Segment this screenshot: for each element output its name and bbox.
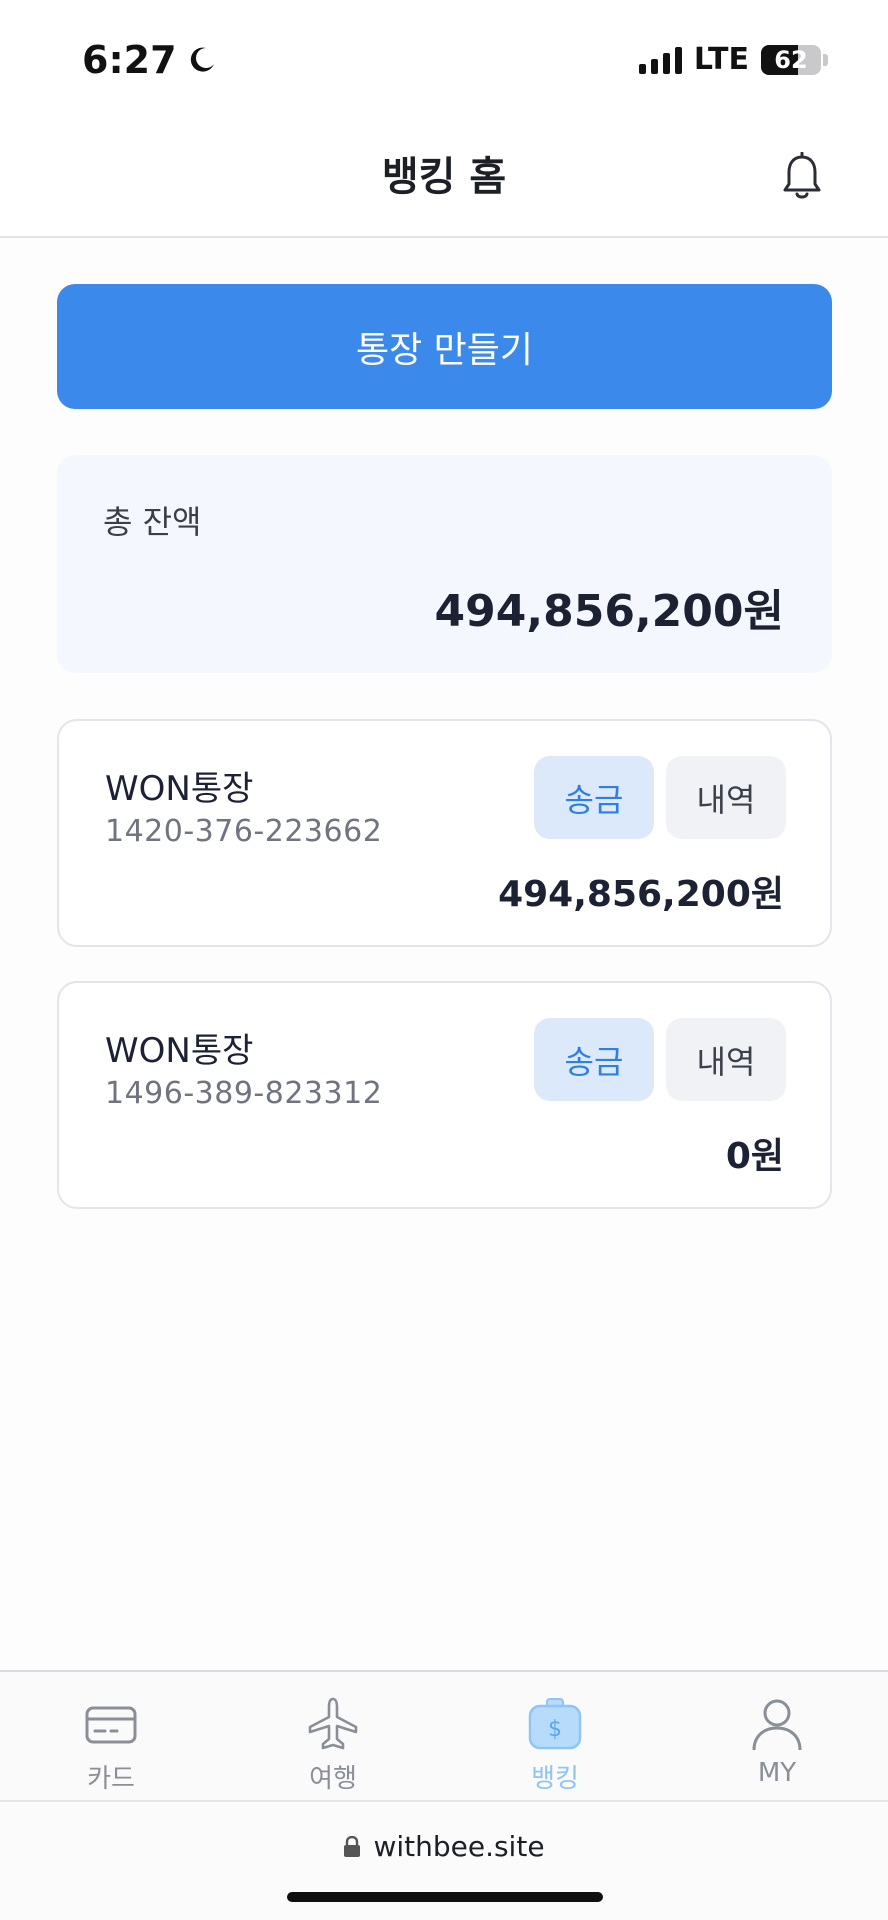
account-balance: 0원 xyxy=(725,1136,784,1177)
airplane-icon xyxy=(308,1697,358,1750)
battery-icon: 62 xyxy=(761,44,821,75)
header: 뱅킹 홈 xyxy=(0,118,888,238)
nav-item-banking[interactable]: $ 뱅킹 xyxy=(444,1672,666,1800)
page-title: 뱅킹 홈 xyxy=(381,154,507,200)
history-button[interactable]: 내역 xyxy=(666,756,786,839)
nav-item-card[interactable]: 카드 xyxy=(0,1672,222,1800)
nav-item-travel[interactable]: 여행 xyxy=(222,1672,444,1800)
url-text: withbee.site xyxy=(373,1830,545,1863)
status-indicators: LTE 62 xyxy=(638,42,828,77)
bell-icon[interactable] xyxy=(780,152,824,202)
lock-icon xyxy=(344,1835,361,1857)
banking-home-page: 6:27 LTE 62 뱅킹 홈 통장 만들기 총 잔액 494,856,200… xyxy=(0,0,888,1920)
person-icon xyxy=(752,1699,802,1751)
account-number: 1420-376-223662 xyxy=(105,814,383,849)
browser-url-bar[interactable]: withbee.site xyxy=(0,1804,888,1920)
nav-label: 여행 xyxy=(309,1764,357,1794)
network-label: LTE xyxy=(693,42,749,77)
status-time-group: 6:27 xyxy=(82,38,217,82)
status-bar: 6:27 LTE 62 xyxy=(0,0,888,118)
total-balance-label: 총 잔액 xyxy=(103,503,202,541)
nav-label: 카드 xyxy=(87,1764,135,1794)
account-card[interactable]: WON통장 1420-376-223662 송금 내역 494,856,200원 xyxy=(57,719,832,947)
transfer-button[interactable]: 송금 xyxy=(534,1018,654,1101)
battery-cap xyxy=(823,53,828,66)
transfer-button[interactable]: 송금 xyxy=(534,756,654,839)
create-account-button[interactable]: 통장 만들기 xyxy=(57,284,832,409)
account-number: 1496-389-823312 xyxy=(105,1076,383,1111)
total-balance-amount: 494,856,200원 xyxy=(434,586,784,637)
nav-label: 뱅킹 xyxy=(531,1764,579,1794)
history-button[interactable]: 내역 xyxy=(666,1018,786,1101)
account-balance: 494,856,200원 xyxy=(498,874,784,915)
nav-label: MY xyxy=(757,1758,797,1788)
battery-level: 62 xyxy=(774,45,808,74)
money-bag-icon: $ xyxy=(528,1698,582,1750)
account-name: WON통장 xyxy=(105,769,254,809)
signal-icon xyxy=(638,46,682,74)
card-icon xyxy=(85,1706,137,1744)
bottom-nav: 카드 여행 $ 뱅킹 MY xyxy=(0,1670,888,1802)
account-card[interactable]: WON통장 1496-389-823312 송금 내역 0원 xyxy=(57,981,832,1209)
moon-icon xyxy=(190,47,214,72)
home-indicator[interactable] xyxy=(287,1892,603,1902)
account-name: WON통장 xyxy=(105,1031,254,1071)
nav-item-my[interactable]: MY xyxy=(666,1672,888,1800)
url-display: withbee.site xyxy=(0,1830,888,1863)
svg-text:$: $ xyxy=(548,1717,562,1742)
total-balance-card: 총 잔액 494,856,200원 xyxy=(57,455,832,673)
status-time: 6:27 xyxy=(82,38,177,82)
